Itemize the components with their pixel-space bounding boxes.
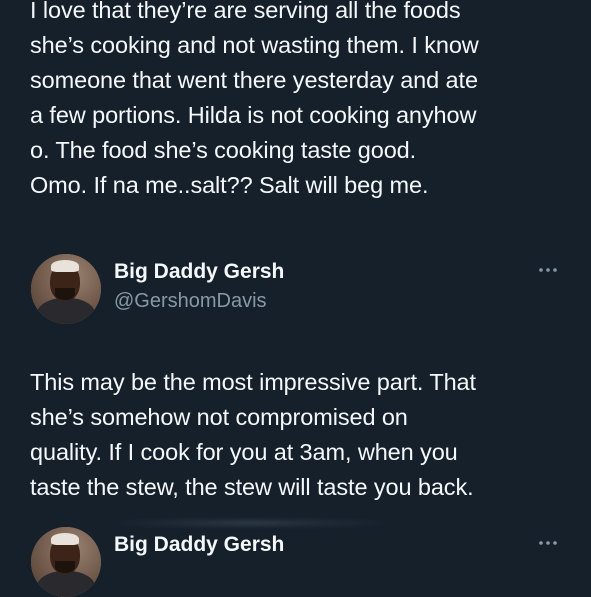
tweet-text-line: taste the stew, the stew will taste you … <box>30 474 474 500</box>
author-handle[interactable]: @GershomDavis <box>114 290 267 313</box>
tweet-text-line: This may be the most impressive part. Th… <box>30 369 476 395</box>
tweet-text-line: someone that went there yesterday and at… <box>30 67 478 93</box>
tweet-text-line: she’s somehow not compromised on <box>30 404 408 430</box>
tweet-text: I love that they’re are serving all the … <box>30 0 575 203</box>
divider <box>110 520 390 526</box>
more-horizontal-icon[interactable] <box>535 533 561 553</box>
tweet-author[interactable]: Big Daddy Gersh <box>31 527 571 597</box>
tweet-text-line: o. The food she’s cooking taste good. <box>30 137 417 163</box>
tweet-text-line: I love that they’re are serving all the … <box>30 0 461 23</box>
tweet-author[interactable]: Big Daddy Gersh @GershomDavis <box>31 254 571 324</box>
avatar[interactable] <box>31 254 101 324</box>
avatar[interactable] <box>31 527 101 597</box>
author-name[interactable]: Big Daddy Gersh <box>114 260 284 284</box>
author-name[interactable]: Big Daddy Gersh <box>114 533 284 557</box>
tweet-text-line: a few portions. Hilda is not cooking any… <box>30 102 477 128</box>
tweet-text: This may be the most impressive part. Th… <box>30 365 575 505</box>
tweet-text-line: quality. If I cook for you at 3am, when … <box>30 439 458 465</box>
more-horizontal-icon[interactable] <box>535 260 561 280</box>
tweet-text-line: Omo. If na me..salt?? Salt will beg me. <box>30 172 429 198</box>
tweet-text-line: she’s cooking and not wasting them. I kn… <box>30 32 479 58</box>
